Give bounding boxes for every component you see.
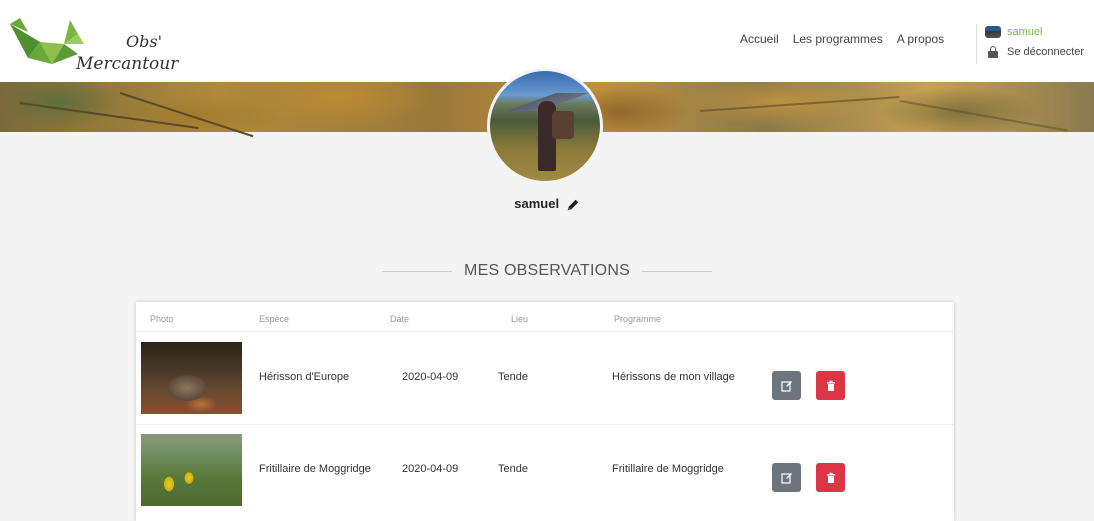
edit-button[interactable]: [772, 463, 801, 492]
edit-icon: [780, 472, 792, 484]
edit-button[interactable]: [772, 371, 801, 400]
edit-icon: [780, 380, 792, 392]
logout-link[interactable]: Se déconnecter: [985, 44, 1084, 60]
observations-table: Photo Espèce Date Lieu Programme Hérisso…: [136, 302, 954, 521]
logout-label: Se déconnecter: [1007, 46, 1085, 58]
profile-name-row: samuel: [0, 196, 1094, 212]
heading-divider-right: [641, 270, 712, 272]
header-date: Date: [390, 314, 410, 324]
header-espece: Espèce: [259, 314, 290, 324]
nav-apropos[interactable]: A propos: [897, 32, 944, 46]
user-name: samuel: [1007, 26, 1043, 38]
logo[interactable]: Obs' Mercantour: [8, 14, 179, 74]
trash-icon: [826, 380, 835, 391]
table-row: Fritillaire de Moggridge 2020-04-09 Tend…: [136, 424, 954, 512]
table-row: Hérisson d'Europe 2020-04-09 Tende Héris…: [136, 333, 954, 421]
cell-date: 2020-04-09: [402, 371, 459, 383]
heading-divider-left: [382, 270, 453, 272]
cell-place: Tende: [498, 371, 528, 383]
nav-programmes[interactable]: Les programmes: [793, 32, 883, 46]
profile-avatar: [487, 68, 603, 184]
user-profile-link[interactable]: samuel: [985, 24, 1084, 40]
header-lieu: Lieu: [511, 314, 529, 324]
cell-species: Hérisson d'Europe: [259, 371, 350, 383]
cell-place: Tende: [498, 463, 528, 475]
user-avatar-icon: [985, 26, 1001, 38]
section-heading: MES OBSERVATIONS: [0, 262, 1094, 280]
user-menu: samuel Se déconnecter: [976, 24, 1084, 64]
lock-icon: [988, 46, 998, 58]
observation-photo[interactable]: [141, 342, 242, 414]
header-programme: Programme: [614, 314, 662, 324]
cell-program: Fritillaire de Moggridge: [612, 463, 724, 475]
section-title: MES OBSERVATIONS: [464, 262, 630, 279]
profile-name: samuel: [514, 196, 560, 211]
nav-accueil[interactable]: Accueil: [740, 32, 779, 46]
delete-button[interactable]: [816, 371, 845, 400]
header-photo: Photo: [150, 314, 174, 324]
logo-text-line1: Obs': [126, 32, 162, 51]
delete-button[interactable]: [816, 463, 845, 492]
trash-icon: [826, 472, 835, 483]
main-nav: Accueil Les programmes A propos: [740, 32, 944, 46]
logo-text-line2: Mercantour: [76, 54, 179, 74]
cell-date: 2020-04-09: [402, 463, 459, 475]
table-header: Photo Espèce Date Lieu Programme: [136, 302, 954, 332]
cell-program: Hérissons de mon village: [612, 371, 735, 383]
pencil-icon[interactable]: [566, 198, 580, 212]
observation-photo[interactable]: [141, 434, 242, 506]
cell-species: Fritillaire de Moggridge: [259, 463, 371, 475]
